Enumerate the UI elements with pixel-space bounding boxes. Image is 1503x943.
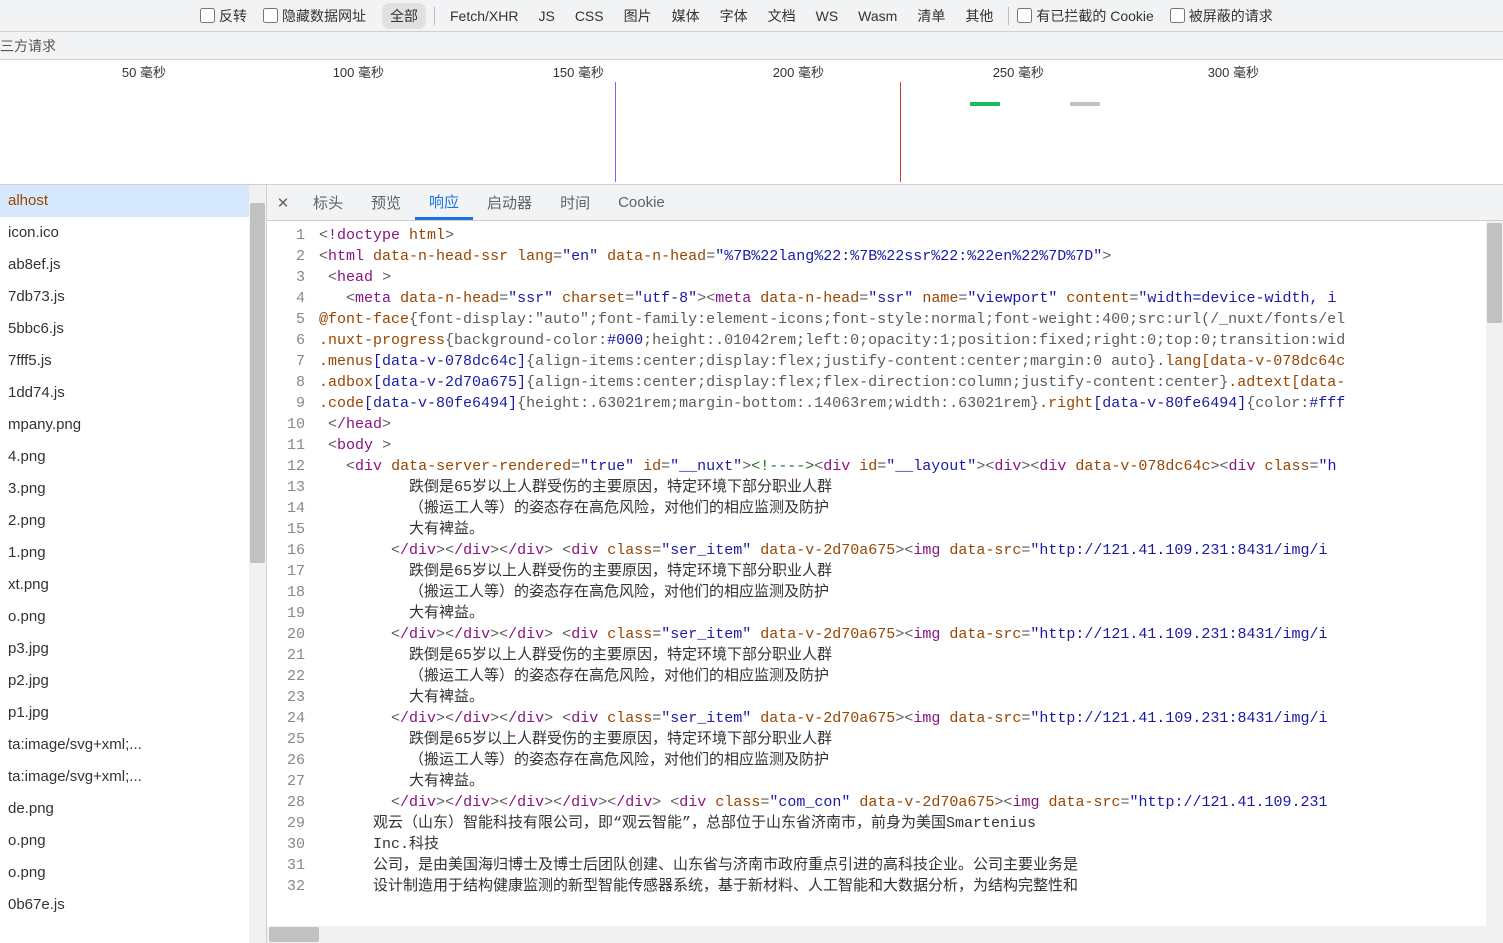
blocked-request-checkbox[interactable]: 被屏蔽的请求 [1170,6,1273,26]
filter-all[interactable]: 全部 [382,3,426,29]
filter-wasm[interactable]: Wasm [851,5,904,27]
request-row[interactable]: 7fff5.js [0,345,249,377]
close-button[interactable]: ✕ [267,185,299,220]
tab-initiator[interactable]: 启动器 [473,185,546,220]
request-row[interactable]: o.png [0,857,249,889]
request-row[interactable]: 7db73.js [0,281,249,313]
response-body[interactable]: 1234567891011121314151617181920212223242… [267,221,1503,926]
request-row[interactable]: p3.jpg [0,633,249,665]
filter-manifest[interactable]: 清单 [910,3,952,29]
request-row[interactable]: icon.ico [0,217,249,249]
request-row[interactable]: p1.jpg [0,697,249,729]
request-list: alhosticon.icoab8ef.js7db73.js5bbc6.js7f… [0,185,267,943]
subbar: 三方请求 [0,32,1503,60]
request-row[interactable]: 4.png [0,441,249,473]
filter-other[interactable]: 其他 [958,3,1000,29]
filter-img[interactable]: 图片 [617,3,659,29]
request-row[interactable]: 2.png [0,505,249,537]
filter-ws[interactable]: WS [809,5,846,27]
request-row[interactable]: p2.jpg [0,665,249,697]
filter-fetchxhr[interactable]: Fetch/XHR [443,5,525,27]
filter-media[interactable]: 媒体 [665,3,707,29]
request-row[interactable]: 5bbc6.js [0,313,249,345]
filter-doc[interactable]: 文档 [761,3,803,29]
request-row[interactable]: 3.png [0,473,249,505]
tab-headers[interactable]: 标头 [299,185,357,220]
request-row[interactable]: de.png [0,793,249,825]
request-row[interactable]: ta:image/svg+xml;... [0,761,249,793]
request-row[interactable]: alhost [0,185,249,217]
request-row[interactable]: ta:image/svg+xml;... [0,729,249,761]
tab-cookie[interactable]: Cookie [604,185,679,220]
request-row[interactable]: mpany.png [0,409,249,441]
tab-response[interactable]: 响应 [415,185,473,220]
separator [434,7,435,25]
request-row[interactable]: 1.png [0,537,249,569]
tab-preview[interactable]: 预览 [357,185,415,220]
hide-dataurl-checkbox[interactable]: 隐藏数据网址 [263,6,366,26]
request-row[interactable]: 0b67e.js [0,889,249,921]
timeline[interactable]: 50 毫秒100 毫秒150 毫秒200 毫秒250 毫秒300 毫秒 [0,60,1503,185]
thirdparty-label: 三方请求 [0,36,56,56]
filter-js[interactable]: JS [531,5,561,27]
request-row[interactable]: o.png [0,601,249,633]
tab-timing[interactable]: 时间 [546,185,604,220]
sidebar-scrollbar[interactable] [249,185,266,943]
blocked-cookie-checkbox[interactable]: 有已拦截的 Cookie [1017,6,1153,26]
horizontal-scrollbar[interactable] [267,926,1503,943]
request-row[interactable]: ab8ef.js [0,249,249,281]
vertical-scrollbar[interactable] [1486,221,1503,926]
request-row[interactable]: 1dd74.js [0,377,249,409]
detail-tabs: ✕ 标头 预览 响应 启动器 时间 Cookie [267,185,1503,221]
request-row[interactable]: xt.png [0,569,249,601]
filter-toolbar: 反转 隐藏数据网址 全部 Fetch/XHR JS CSS 图片 媒体 字体 文… [0,0,1503,32]
invert-checkbox[interactable]: 反转 [200,6,247,26]
separator [1008,7,1009,25]
filter-font[interactable]: 字体 [713,3,755,29]
request-row[interactable]: o.png [0,825,249,857]
filter-css[interactable]: CSS [568,5,611,27]
